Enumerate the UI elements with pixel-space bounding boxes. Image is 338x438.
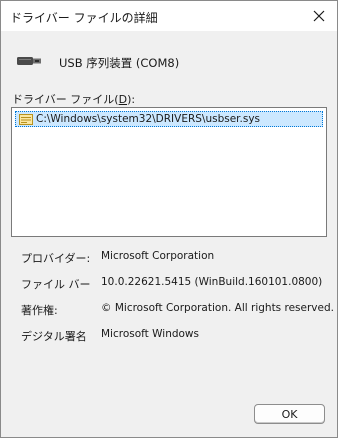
file-version-label: ファイル バー [21, 278, 91, 291]
driver-file-path: C:\Windows\system32\DRIVERS\usbser.sys [36, 113, 261, 125]
device-name: USB 序列装置 (COM8) [59, 56, 180, 70]
provider-value: Microsoft Corporation [101, 250, 215, 262]
driver-files-label-prefix: ドライバー ファイル( [12, 93, 119, 106]
digital-signer-label: デジタル署名 [21, 330, 87, 343]
digital-signer-value: Microsoft Windows [101, 328, 199, 340]
title-bar: ドライバー ファイルの詳細 [1, 1, 337, 31]
close-icon [313, 10, 325, 22]
file-version-value: 10.0.22621.5415 (WinBuild.160101.0800) [101, 276, 323, 288]
provider-label: プロバイダー: [21, 252, 91, 265]
ok-button[interactable]: OK [254, 404, 325, 424]
usb-cable-icon [17, 57, 41, 65]
driver-files-label-suffix: ): [127, 93, 136, 106]
driver-files-label: ドライバー ファイル(D): [12, 91, 135, 107]
driver-file-icon [19, 113, 33, 125]
copyright-value: © Microsoft Corporation. All rights rese… [101, 302, 334, 314]
driver-files-list[interactable]: C:\Windows\system32\DRIVERS\usbser.sys [11, 107, 327, 237]
close-button[interactable] [307, 4, 331, 28]
copyright-label: 著作権: [21, 304, 58, 317]
window-title: ドライバー ファイルの詳細 [10, 11, 158, 25]
driver-files-label-accesskey: D [118, 93, 128, 106]
list-item[interactable]: C:\Windows\system32\DRIVERS\usbser.sys [15, 111, 323, 127]
driver-file-details-dialog: ドライバー ファイルの詳細 USB 序列装置 (COM8) ドライバー ファイル… [0, 0, 338, 438]
